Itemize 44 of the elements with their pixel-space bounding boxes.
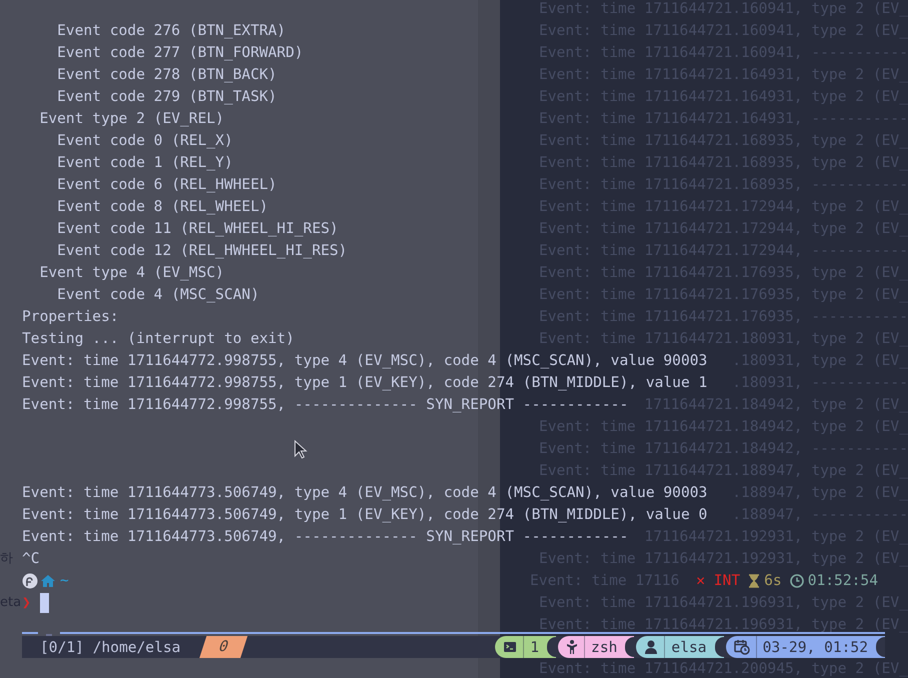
output-line: Event code 276 (BTN_EXTRA) <box>56 21 286 41</box>
segment-label: 1 <box>529 638 540 656</box>
window-tab[interactable]: 0 <box>199 636 247 658</box>
output-line: Event type 2 (EV_REL) <box>38 109 224 129</box>
output-line: Event code 277 (BTN_FORWARD) <box>56 43 304 63</box>
output-line: Event code 12 (REL_HWHEEL_HI_RES) <box>56 241 348 261</box>
output-line: Event code 1 (REL_Y) <box>56 153 233 173</box>
logo-icon <box>22 573 38 589</box>
output-line: Event: time 1711644773.506749, -------------- SYN_REPORT ------------ <box>22 527 628 547</box>
segment-label: zsh <box>590 638 618 656</box>
output-line: Event: time 1711644773.506749, type 4 (EV_MSC), code 4 (MSC_SCAN), value 90003 <box>22 483 708 503</box>
text-cursor <box>40 593 49 613</box>
segment-separator <box>876 637 885 657</box>
prompt-path: ~ <box>60 571 69 591</box>
hourglass-icon <box>748 574 760 588</box>
clock-icon <box>790 574 804 588</box>
output-line: Event code 0 (REL_X) <box>56 131 233 151</box>
output-line: Event code 4 (MSC_SCAN) <box>56 285 260 305</box>
output-line: Event code 278 (BTN_BACK) <box>56 65 277 85</box>
exit-status: ✕ INT <box>696 571 740 591</box>
output-line: Event: time 1711644773.506749, type 1 (EV_KEY), code 274 (BTN_MIDDLE), value 0 <box>22 505 708 525</box>
person-icon <box>566 639 578 655</box>
output-line: Event: time 1711644772.998755, -------------- SYN_REPORT ------------ <box>22 395 628 415</box>
output-line: Event code 6 (REL_HWHEEL) <box>56 175 277 195</box>
output-line: ^C <box>22 549 40 569</box>
segment-label: elsa <box>670 638 708 656</box>
calendar-clock-icon <box>734 639 750 655</box>
mouse-pointer-icon <box>294 440 308 460</box>
home-icon <box>40 574 56 588</box>
output-line: Testing ... (interrupt to exit) <box>22 329 294 349</box>
output-line: Event: time 1711644772.998755, type 1 (EV_KEY), code 274 (BTN_MIDDLE), value 1 <box>22 373 708 393</box>
terminal-icon <box>503 640 518 654</box>
output-line: Event type 4 (EV_MSC) <box>38 263 224 283</box>
segment-label: 03-29, 01:52 <box>762 638 869 656</box>
user-icon <box>644 639 658 655</box>
output-line: Event: time 1711644772.998755, type 4 (EV_MSC), code 4 (MSC_SCAN), value 90003 <box>22 351 708 371</box>
command-duration: 6s <box>764 571 782 591</box>
session-path: [0/1] /home/elsa <box>40 638 181 656</box>
clock-time: 01:52:54 <box>808 571 878 591</box>
output-line: Event code 8 (REL_WHEEL) <box>56 197 268 217</box>
prompt-symbol: ❯ <box>22 593 31 613</box>
output-line: Event code 11 (REL_WHEEL_HI_RES) <box>56 219 338 239</box>
output-line: Event code 279 (BTN_TASK) <box>56 87 277 107</box>
output-line: Properties: <box>22 307 119 327</box>
